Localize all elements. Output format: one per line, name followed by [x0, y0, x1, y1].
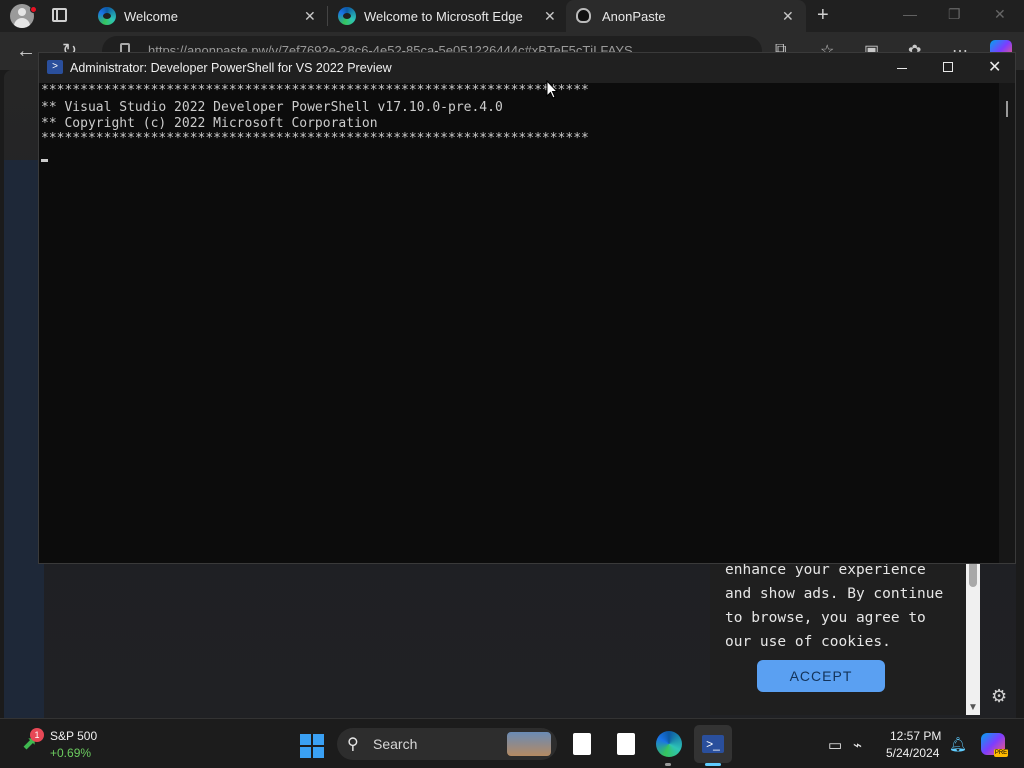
cookie-line: and show ads. By continue: [725, 586, 944, 602]
windows-logo-pane: [313, 747, 324, 758]
windows-logo-pane: [300, 734, 311, 745]
anonpaste-logo-icon: [576, 8, 591, 23]
taskbar-file-app-1[interactable]: [568, 731, 596, 759]
taskbar-search-box[interactable]: ⚲ Search: [337, 728, 557, 760]
browser-minimize-icon[interactable]: —: [903, 6, 917, 22]
console-line: ****************************************…: [41, 131, 589, 146]
tab-anonpaste[interactable]: AnonPaste ✕: [566, 0, 806, 32]
tab-title: AnonPaste: [602, 9, 666, 24]
search-label: Search: [373, 736, 418, 752]
tab-title: Welcome: [124, 9, 178, 24]
console-scrollbar-thumb[interactable]: [1006, 101, 1008, 117]
edge-logo-icon: [98, 7, 116, 25]
console-title: Administrator: Developer PowerShell for …: [70, 61, 392, 75]
tab-title: Welcome to Microsoft Edge: [364, 9, 523, 24]
console-output[interactable]: ****************************************…: [39, 83, 999, 563]
page-settings-gear-icon[interactable]: ⚙: [991, 686, 1007, 707]
taskbar-file-app-2[interactable]: [612, 731, 640, 759]
file-icon: [573, 733, 591, 755]
new-tab-button[interactable]: +: [817, 4, 829, 27]
windows-logo-pane: [313, 734, 324, 745]
cookie-text: enhance your experience and show ads. By…: [725, 558, 965, 654]
powershell-icon: >: [47, 60, 63, 74]
tab-close-icon[interactable]: ✕: [782, 8, 794, 25]
notification-bell-icon[interactable]: 🔔︎: [949, 736, 967, 753]
powershell-icon: >_: [702, 735, 724, 753]
edge-logo-icon: [338, 7, 356, 25]
scroll-down-arrow-icon[interactable]: ▼: [968, 702, 978, 713]
file-icon: [617, 733, 635, 755]
console-close-button[interactable]: ✕: [988, 57, 1001, 77]
stock-badge: 1: [30, 728, 44, 742]
start-button[interactable]: [300, 734, 324, 758]
profile-notification-dot: [30, 6, 37, 13]
preview-badge: PRE: [994, 749, 1008, 757]
tab-welcome[interactable]: Welcome ✕: [88, 0, 328, 32]
console-scrollbar[interactable]: [999, 83, 1015, 563]
console-title-bar[interactable]: > Administrator: Developer PowerShell fo…: [39, 53, 1015, 83]
browser-tab-bar: Welcome ✕ Welcome to Microsoft Edge ✕ An…: [0, 0, 1024, 32]
tab-close-icon[interactable]: ✕: [304, 8, 316, 25]
console-line: ** Visual Studio 2022 Developer PowerShe…: [41, 100, 503, 115]
cookie-notice: enhance your experience and show ads. By…: [710, 555, 966, 715]
powershell-window[interactable]: > Administrator: Developer PowerShell fo…: [38, 52, 1016, 564]
clock-date[interactable]: 5/24/2024: [886, 746, 939, 760]
edge-icon: [656, 731, 682, 757]
page-scrollbar[interactable]: ▼: [966, 555, 980, 715]
search-highlight-image: [507, 732, 551, 756]
scrollbar-thumb[interactable]: [969, 561, 977, 587]
tab-welcome-edge[interactable]: Welcome to Microsoft Edge ✕: [328, 0, 566, 32]
network-icon[interactable]: ⌁: [853, 736, 862, 754]
accept-cookies-button[interactable]: ACCEPT: [757, 660, 885, 692]
cookie-line: our use of cookies.: [725, 634, 891, 650]
text-cursor: [41, 159, 48, 162]
edge-running-indicator: [665, 763, 671, 766]
console-line: ** Copyright (c) 2022 Microsoft Corporat…: [41, 116, 378, 131]
console-minimize-button[interactable]: [897, 68, 907, 69]
console-line: ****************************************…: [41, 83, 589, 98]
clock-time[interactable]: 12:57 PM: [890, 729, 941, 743]
search-icon: ⚲: [347, 736, 359, 753]
taskbar-edge[interactable]: [656, 731, 684, 759]
stock-name[interactable]: S&P 500: [50, 729, 97, 743]
console-maximize-button[interactable]: [943, 62, 953, 72]
tab-close-icon[interactable]: ✕: [544, 8, 556, 25]
stock-change[interactable]: +0.69%: [50, 746, 91, 760]
browser-close-icon[interactable]: ✕: [994, 6, 1006, 23]
tab-actions-icon[interactable]: [52, 8, 67, 22]
display-icon[interactable]: ▭: [828, 736, 842, 754]
windows-logo-pane: [300, 747, 311, 758]
browser-restore-icon[interactable]: ❐: [948, 6, 961, 23]
taskbar: ⬈ 1 S&P 500 +0.69% ⚲ Search >_ ▭ ⌁ 12:57…: [0, 718, 1024, 768]
cookie-line: to browse, you agree to: [725, 610, 926, 626]
powershell-active-indicator: [705, 763, 721, 766]
back-arrow-icon[interactable]: ←: [16, 40, 36, 63]
